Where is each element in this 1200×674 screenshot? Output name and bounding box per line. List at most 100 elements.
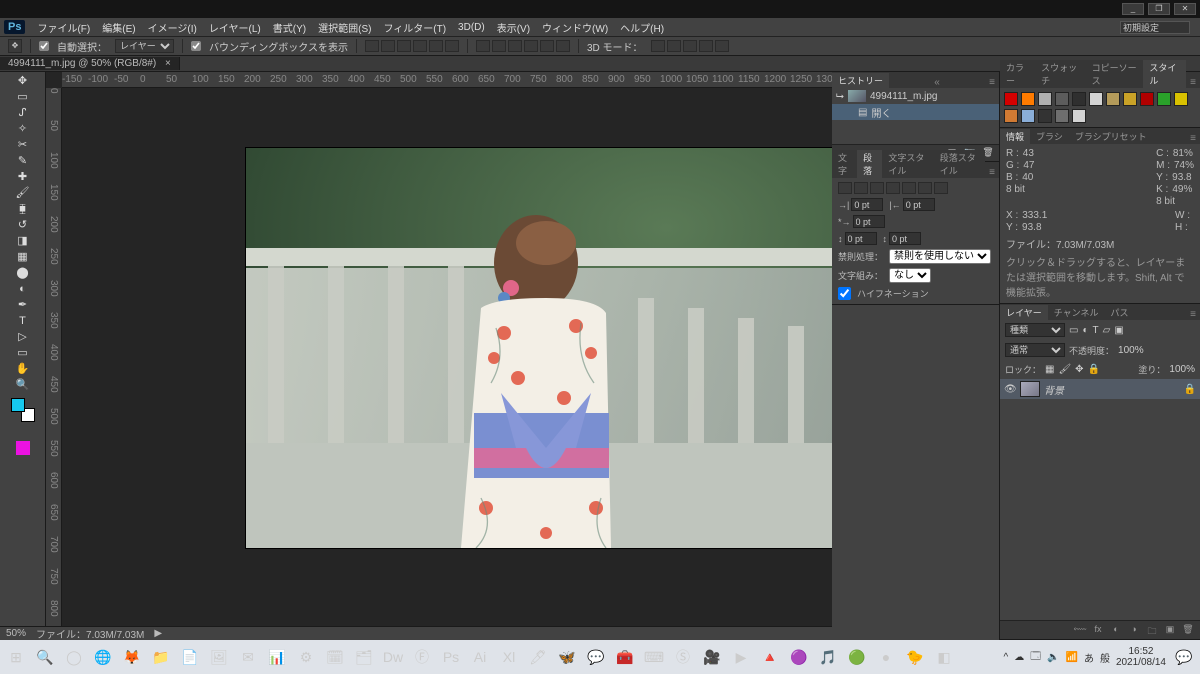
taskbar-app[interactable]: 📄 [178, 645, 202, 669]
layer-row-background[interactable]: 👁 背景 🔒 [1000, 379, 1200, 399]
bbox-checkbox[interactable] [191, 41, 201, 51]
distribute-buttons[interactable] [476, 40, 570, 52]
filter-smart-icon[interactable]: ▣ [1114, 325, 1123, 336]
history-tab[interactable]: ヒストリー [832, 73, 889, 88]
taskbar-app[interactable]: 🖊 [526, 645, 550, 669]
lock-trans-icon[interactable]: ▦ [1045, 364, 1054, 375]
menu-layer[interactable]: レイヤー(L) [209, 20, 261, 35]
style-swatch[interactable] [1055, 92, 1069, 106]
taskbar-app[interactable]: ▶ [729, 645, 753, 669]
quick-mask-toggle[interactable] [16, 441, 30, 455]
filter-shape-icon[interactable]: ▱ [1103, 325, 1111, 336]
panel-menu-icon[interactable]: ≡ [1186, 133, 1200, 144]
layer-fx-icon[interactable]: fx [1091, 624, 1105, 636]
taskbar-app[interactable]: ◯ [62, 645, 86, 669]
style-swatch[interactable] [1004, 109, 1018, 123]
taskbar-app[interactable]: 🎵 [816, 645, 840, 669]
taskbar-app[interactable]: 🔺 [758, 645, 782, 669]
style-swatch[interactable] [1072, 109, 1086, 123]
taskbar-app[interactable]: 🎥 [700, 645, 724, 669]
style-swatch[interactable] [1089, 92, 1103, 106]
crop-tool[interactable]: ✂ [14, 138, 32, 153]
taskbar-clock[interactable]: 16:52 2021/08/14 [1116, 646, 1166, 668]
paragraph-align-buttons[interactable] [838, 182, 993, 194]
wand-tool[interactable]: ✧ [14, 122, 32, 137]
menu-select[interactable]: 選択範囲(S) [318, 20, 371, 35]
tray-icon[interactable]: あ [1084, 650, 1094, 665]
window-close-button[interactable]: ✕ [1174, 3, 1196, 15]
taskbar-app[interactable]: 🦊 [120, 645, 144, 669]
space-before-input[interactable] [845, 232, 877, 245]
eyedropper-tool[interactable]: ✎ [14, 154, 32, 169]
window-maximize-button[interactable]: ❐ [1148, 3, 1170, 15]
styles-tab[interactable]: スタイル [1143, 60, 1186, 88]
taskbar-app[interactable]: ⚙ [294, 645, 318, 669]
taskbar-app[interactable]: 🔍 [33, 645, 57, 669]
para-style-tab[interactable]: 段落スタイル [934, 150, 985, 178]
taskbar-app[interactable]: ✉ [236, 645, 260, 669]
layer-thumbnail[interactable] [1020, 381, 1040, 397]
taskbar-app[interactable]: Xl [497, 645, 521, 669]
menu-filter[interactable]: フィルター(T) [383, 20, 446, 35]
menu-window[interactable]: ウィンドウ(W) [542, 20, 608, 35]
taskbar-app[interactable]: 📊 [265, 645, 289, 669]
style-swatch[interactable] [1021, 109, 1035, 123]
foreground-color[interactable] [11, 398, 25, 412]
style-swatch[interactable] [1021, 92, 1035, 106]
heal-tool[interactable]: ✚ [14, 170, 32, 185]
taskbar-app[interactable]: Ai [468, 645, 492, 669]
canvas-area[interactable]: -150-100-5005010015020025030035040045050… [46, 72, 832, 640]
brush-tab[interactable]: ブラシ [1030, 129, 1069, 144]
left-indent-input[interactable] [851, 198, 883, 211]
paragraph-tab[interactable]: 段落 [857, 150, 882, 178]
style-swatch[interactable] [1140, 92, 1154, 106]
taskbar-app[interactable]: 📁 [149, 645, 173, 669]
taskbar-app[interactable]: 💬 [584, 645, 608, 669]
menu-image[interactable]: イメージ(I) [148, 20, 197, 35]
hand-tool[interactable]: ✋ [14, 362, 32, 377]
dodge-tool[interactable]: ◐ [14, 282, 32, 297]
lasso-tool[interactable]: ᔑ [14, 106, 32, 121]
character-tab[interactable]: 文字 [832, 150, 857, 178]
menu-3d[interactable]: 3D(D) [458, 22, 485, 33]
taskbar-app[interactable]: 🖼 [207, 645, 231, 669]
zoom-tool[interactable]: 🔍 [14, 378, 32, 393]
gradient-tool[interactable]: ▦ [14, 250, 32, 265]
style-swatch[interactable] [1038, 109, 1052, 123]
status-zoom[interactable]: 50% [6, 628, 26, 639]
marquee-tool[interactable]: ▭ [14, 90, 32, 105]
new-group-icon[interactable]: 🗀 [1145, 624, 1159, 636]
tray-icon[interactable]: 🗔 [1030, 649, 1041, 666]
tray-icon[interactable]: ☁ [1014, 652, 1024, 663]
auto-select-dropdown[interactable]: レイヤー [115, 39, 174, 53]
filter-pixel-icon[interactable]: ▭ [1069, 325, 1078, 336]
layer-visibility-icon[interactable]: 👁 [1004, 384, 1016, 395]
char-style-tab[interactable]: 文字スタイル [882, 150, 933, 178]
taskbar-app[interactable]: Ps [439, 645, 463, 669]
style-swatch[interactable] [1055, 109, 1069, 123]
taskbar-app[interactable]: Ⓢ [671, 645, 695, 669]
taskbar-app[interactable]: ⊞ [4, 645, 28, 669]
taskbar-app[interactable]: 🗂 [352, 645, 376, 669]
brush-preset-tab[interactable]: ブラシプリセット [1069, 129, 1153, 144]
panel-collapse-icon[interactable]: « [930, 77, 944, 88]
paths-tab[interactable]: パス [1104, 305, 1134, 320]
taskbar-app[interactable]: 🗓 [323, 645, 347, 669]
taskbar-app[interactable]: 🌐 [91, 645, 115, 669]
document-tab-close[interactable]: × [165, 58, 171, 69]
style-swatch[interactable] [1072, 92, 1086, 106]
menu-help[interactable]: ヘルプ(H) [620, 20, 664, 35]
menu-view[interactable]: 表示(V) [497, 20, 530, 35]
align-buttons[interactable] [365, 40, 459, 52]
clone-source-tab[interactable]: コピーソース [1086, 60, 1144, 88]
move-tool[interactable]: ✥ [14, 74, 32, 89]
opacity-value[interactable]: 100% [1118, 345, 1144, 356]
taskbar-app[interactable]: ◧ [932, 645, 956, 669]
lock-pixels-icon[interactable]: 🖌 [1058, 364, 1071, 375]
workspace-field[interactable] [1120, 21, 1190, 34]
style-swatch[interactable] [1106, 92, 1120, 106]
panel-menu-icon[interactable]: ≡ [985, 77, 999, 88]
tray-icon[interactable]: 🔈 [1047, 652, 1059, 663]
history-brush-tool[interactable]: ↺ [14, 218, 32, 233]
tray-icon[interactable]: ^ [1003, 652, 1008, 663]
